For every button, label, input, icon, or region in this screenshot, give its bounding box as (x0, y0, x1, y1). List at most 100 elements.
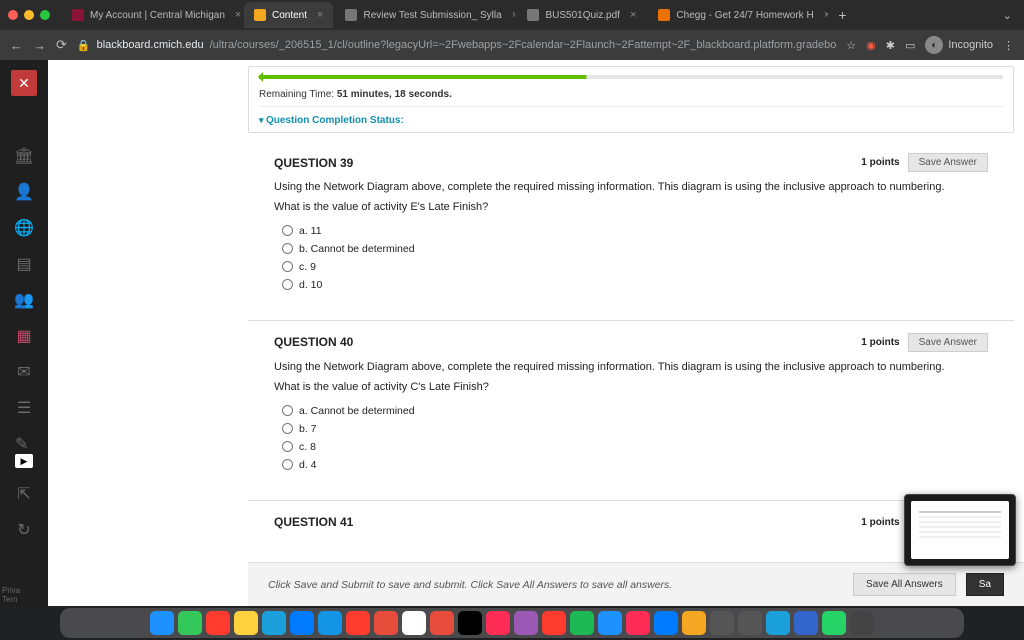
favicon (658, 9, 670, 21)
dock-app-icon[interactable] (318, 611, 342, 635)
dock-app-icon[interactable] (794, 611, 818, 635)
reload-icon[interactable]: ⟳ (56, 37, 67, 53)
question-prompt: What is the value of activity C's Late F… (274, 380, 988, 396)
answer-option[interactable]: c. 9 (274, 258, 988, 276)
favicon (345, 9, 357, 21)
dock-app-icon[interactable] (514, 611, 538, 635)
close-icon[interactable]: × (317, 9, 323, 21)
dock-app-icon[interactable] (430, 611, 454, 635)
lock-icon: 🔒 (77, 39, 91, 52)
dock-app-icon[interactable] (346, 611, 370, 635)
dock-app-icon[interactable] (150, 611, 174, 635)
devices-icon[interactable]: ▭ (905, 39, 915, 52)
dock-app-icon[interactable] (486, 611, 510, 635)
close-icon[interactable]: × (512, 9, 516, 21)
dock-app-icon[interactable] (682, 611, 706, 635)
dock-app-icon[interactable] (178, 611, 202, 635)
organizations-icon[interactable]: 👥 (14, 290, 34, 310)
dock-app-icon[interactable] (402, 611, 426, 635)
assist-icon[interactable]: ⇱ (17, 484, 30, 504)
radio-input[interactable] (282, 441, 293, 452)
save-answer-button[interactable]: Save Answer (908, 153, 988, 172)
close-icon[interactable]: × (824, 9, 829, 21)
answer-option[interactable]: a. Cannot be determined (274, 402, 988, 420)
answer-option[interactable]: a. 11 (274, 222, 988, 240)
answer-option[interactable]: b. 7 (274, 420, 988, 438)
tab-label: My Account | Central Michigan (90, 10, 225, 21)
forward-icon[interactable]: → (33, 38, 46, 53)
radio-input[interactable] (282, 261, 293, 272)
dock-app-icon[interactable] (598, 611, 622, 635)
dock-app-icon[interactable] (458, 611, 482, 635)
dock-app-icon[interactable] (542, 611, 566, 635)
dock-app-icon[interactable] (654, 611, 678, 635)
question-stem: Using the Network Diagram above, complet… (274, 180, 988, 196)
maximize-window-dot[interactable] (40, 10, 50, 20)
radio-input[interactable] (282, 279, 293, 290)
calendar-icon[interactable]: ▦ (16, 326, 31, 346)
picture-in-picture-window[interactable] (904, 494, 1016, 566)
incognito-label: Incognito (948, 39, 993, 51)
radio-input[interactable] (282, 243, 293, 254)
browser-tab[interactable]: My Account | Central Michigan × (62, 2, 242, 28)
signout-icon[interactable]: ↻ (17, 520, 30, 540)
dock-app-icon[interactable] (262, 611, 286, 635)
dock-app-icon[interactable] (570, 611, 594, 635)
course-nav-rail: ✕ 🏛 👤 🌐 ▤ 👥 ▦ ✉ ☰ ✎▶ ⇱ ↻ (0, 60, 48, 606)
radio-input[interactable] (282, 459, 293, 470)
menu-icon[interactable]: ⋮ (1003, 39, 1014, 52)
tab-overflow-icon[interactable]: ⌄ (999, 9, 1016, 22)
profile-icon[interactable]: 👤 (14, 182, 34, 202)
save-all-answers-button[interactable]: Save All Answers (853, 573, 956, 596)
close-window-dot[interactable] (8, 10, 18, 20)
quiz-footer: Click Save and Submit to save and submit… (248, 562, 1024, 606)
tab-label: Review Test Submission_ Sylla (363, 10, 501, 21)
dock-app-icon[interactable] (374, 611, 398, 635)
answer-option[interactable]: b. Cannot be determined (274, 240, 988, 258)
star-icon[interactable]: ☆ (846, 39, 856, 52)
answer-option[interactable]: c. 8 (274, 438, 988, 456)
dock-app-icon[interactable] (626, 611, 650, 635)
answer-option[interactable]: d. 4 (274, 456, 988, 474)
dock-app-icon[interactable] (206, 611, 230, 635)
browser-tab-strip: My Account | Central Michigan× Content× … (0, 0, 1024, 30)
grades-icon[interactable]: ☰ (17, 398, 31, 418)
question-block: QUESTION 40 1 pointsSave Answer Using th… (248, 321, 1014, 490)
minimize-window-dot[interactable] (24, 10, 34, 20)
incognito-icon: ◐ (925, 36, 943, 54)
close-panel-button[interactable]: ✕ (11, 70, 37, 96)
answer-option[interactable]: d. 10 (274, 276, 988, 294)
messages-icon[interactable]: ✉ (17, 362, 30, 382)
url-path: /ultra/courses/_206515_1/cl/outline?lega… (210, 39, 837, 51)
completion-status-toggle[interactable]: Question Completion Status: (259, 109, 1003, 128)
save-answer-button[interactable]: Save Answer (908, 333, 988, 352)
dock-app-icon[interactable] (290, 611, 314, 635)
dock-app-icon[interactable] (234, 611, 258, 635)
activity-icon[interactable]: 🌐 (14, 218, 34, 238)
option-label: c. 9 (299, 261, 316, 273)
radio-input[interactable] (282, 225, 293, 236)
browser-tab[interactable]: Content× (244, 2, 333, 28)
tools-icon[interactable]: ✎▶ (15, 434, 33, 468)
radio-input[interactable] (282, 405, 293, 416)
close-icon[interactable]: × (235, 9, 241, 21)
dock-app-icon[interactable] (710, 611, 734, 635)
url-field[interactable]: 🔒 blackboard.cmich.edu/ultra/courses/_20… (77, 39, 836, 52)
extension-icon[interactable]: ◉ (866, 39, 876, 52)
option-label: a. 11 (299, 225, 322, 237)
institution-icon[interactable]: 🏛 (14, 146, 34, 166)
courses-icon[interactable]: ▤ (16, 254, 31, 274)
radio-input[interactable] (282, 423, 293, 434)
dock-app-icon[interactable] (822, 611, 846, 635)
dock-app-icon[interactable] (738, 611, 762, 635)
save-and-submit-button[interactable]: Sa (966, 573, 1004, 596)
browser-tab[interactable]: Chegg - Get 24/7 Homework H× (648, 2, 828, 28)
new-tab-button[interactable]: + (830, 7, 854, 23)
close-icon[interactable]: × (630, 9, 636, 21)
dock-app-icon[interactable] (766, 611, 790, 635)
back-icon[interactable]: ← (10, 38, 23, 53)
browser-tab[interactable]: BUS501Quiz.pdf× (517, 2, 646, 28)
extensions-icon[interactable]: ✱ (886, 39, 895, 52)
dock-app-icon[interactable] (850, 611, 874, 635)
browser-tab[interactable]: Review Test Submission_ Sylla × (335, 2, 515, 28)
